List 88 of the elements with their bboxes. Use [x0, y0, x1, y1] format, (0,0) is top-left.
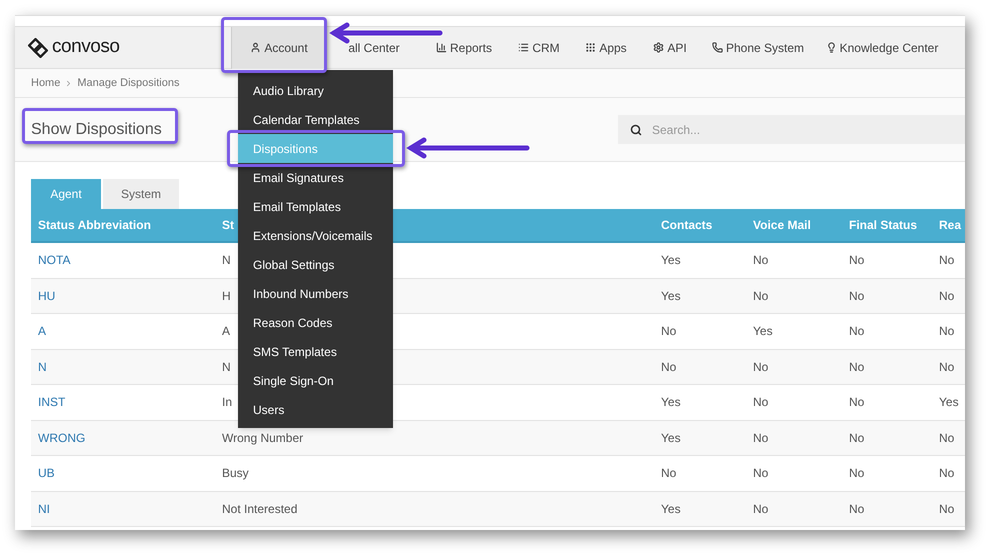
user-icon [250, 42, 262, 53]
nav-item[interactable]: Knowledge Center [817, 26, 947, 68]
table-cell-text: No [752, 358, 768, 376]
table-cell-text: No [938, 252, 954, 270]
menu-item[interactable]: Calendar Templates [238, 105, 393, 134]
table-cell-text: H [221, 288, 231, 305]
table-cell-text: No [752, 430, 768, 447]
gear-icon [653, 42, 664, 53]
table-cell-text: No [848, 358, 864, 376]
table-cell-text: No [848, 252, 864, 270]
menu-item[interactable]: Audio Library [238, 76, 393, 105]
list-icon [518, 42, 530, 53]
table-cell-text: No [660, 358, 676, 376]
status-link[interactable]: N [31, 358, 47, 376]
column-header: St [221, 217, 234, 234]
table-cell-text: In [221, 394, 232, 412]
page-title: Show Dispositions [31, 122, 162, 138]
menu-item[interactable]: Email Templates [238, 192, 393, 221]
logo-icon [28, 38, 48, 58]
menu-item[interactable]: Global Settings [238, 250, 393, 279]
column-header: Status Abbreviation [37, 217, 151, 234]
nav-item[interactable]: all Center [327, 26, 421, 68]
table-cell-text: No [752, 288, 768, 305]
table-cell-text: No [848, 394, 864, 412]
table-cell-text: No [848, 430, 864, 447]
menu-item[interactable]: Single Sign-On [238, 366, 393, 395]
table-cell-text: N [221, 358, 231, 376]
table-cell-text: No [938, 430, 954, 447]
search-input[interactable]: Search... [652, 120, 807, 138]
column-header: Final Status [848, 217, 918, 234]
table-cell-text: Wrong Number [221, 430, 304, 447]
status-link[interactable]: A [31, 322, 46, 340]
table-cell-text: No [752, 500, 768, 518]
table-cell-text: Yes [752, 323, 773, 340]
table-cell-text: No [752, 465, 768, 482]
nav-item[interactable]: API [641, 26, 699, 68]
column-header: Contacts [660, 217, 712, 234]
table-cell-text: No [752, 394, 768, 412]
table-cell-text: No [938, 358, 954, 376]
status-link[interactable]: HU [31, 286, 56, 305]
menu-item[interactable]: Inbound Numbers [238, 279, 393, 308]
search-icon [630, 124, 642, 136]
nav-item[interactable]: Phone System [699, 26, 817, 68]
column-header: Rea [938, 217, 962, 234]
table-cell-text: A [221, 323, 230, 340]
phone-icon [712, 42, 723, 53]
nav-item[interactable]: CRM [507, 26, 571, 68]
table-cell-text: No [938, 288, 954, 305]
table-cell-text: Yes [660, 252, 681, 270]
table-cell-text: Yes [660, 394, 681, 412]
search-field[interactable]: Search... [618, 115, 965, 144]
table-cell-text: No [938, 465, 954, 482]
menu-item[interactable]: SMS Templates [238, 337, 393, 366]
table-cell-text: Not Interested [221, 500, 298, 518]
menu-item[interactable]: Users [238, 395, 393, 424]
tab[interactable]: System [103, 179, 179, 209]
menu-item[interactable]: Email Signatures [238, 163, 393, 192]
column-header: Voice Mail [752, 217, 811, 234]
table-cell-text: Yes [938, 394, 959, 412]
status-link[interactable]: WRONG [31, 428, 86, 447]
menu-item[interactable]: Reason Codes [238, 308, 393, 337]
bar-chart-icon [436, 42, 447, 53]
status-link[interactable]: NOTA [31, 251, 70, 270]
table-cell-text: Yes [660, 430, 681, 447]
table-cell-text: No [938, 500, 954, 518]
grid-icon [585, 42, 596, 53]
menu-item[interactable]: Extensions/Voicemails [238, 221, 393, 250]
table-cell-text: No [848, 465, 864, 482]
lightbulb-icon [826, 42, 837, 53]
nav-item[interactable]: Reports [421, 26, 507, 68]
table-cell-text: No [752, 252, 768, 270]
breadcrumb-link[interactable]: Home [31, 74, 60, 92]
table-cell-text: Yes [660, 288, 681, 305]
nav-item[interactable]: Apps [571, 26, 641, 68]
table-cell-text: Busy [221, 465, 249, 482]
status-link[interactable]: NI [31, 500, 50, 518]
logo-text: convoso [52, 35, 120, 60]
table-cell-text: N [221, 252, 231, 270]
table-cell-text: No [938, 323, 954, 340]
table-cell-text: No [660, 323, 676, 340]
breadcrumb-current: Manage Dispositions [77, 76, 180, 91]
table-cell-text: No [660, 465, 676, 482]
table-cell-text: Yes [660, 500, 681, 518]
table-cell-text: No [848, 288, 864, 305]
status-link[interactable]: INST [31, 393, 66, 412]
status-link[interactable]: UB [31, 464, 55, 482]
table-cell-text: No [848, 323, 864, 340]
table-cell-text: No [848, 500, 864, 518]
